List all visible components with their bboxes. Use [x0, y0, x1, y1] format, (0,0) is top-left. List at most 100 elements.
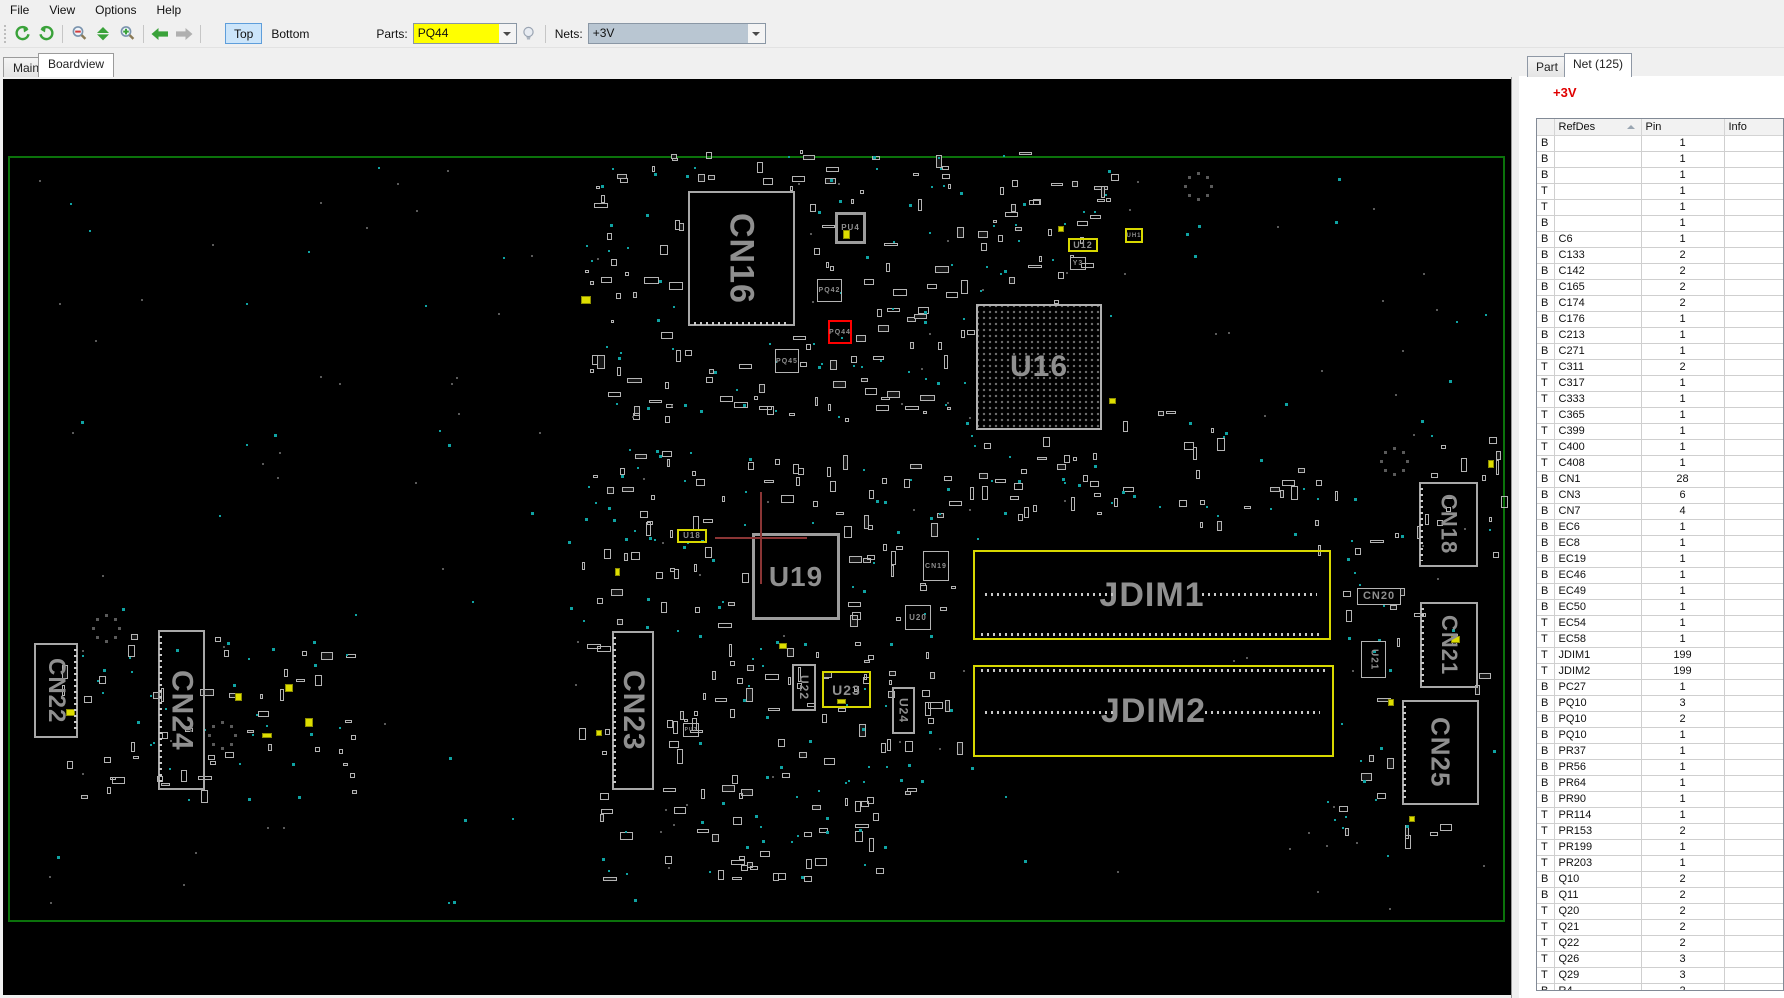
table-row[interactable]: B EC50 1 [1537, 599, 1783, 616]
nets-combobox[interactable]: +3V [587, 23, 766, 44]
table-row[interactable]: T Q29 3 [1537, 967, 1783, 984]
table-row[interactable]: T1 [1537, 183, 1783, 200]
component-cn25[interactable]: CN25 [1402, 700, 1479, 805]
table-row[interactable]: B C271 1 [1537, 343, 1783, 360]
table-row[interactable]: T Q21 2 [1537, 919, 1783, 936]
component-uh1[interactable]: UH1 [1125, 228, 1143, 243]
table-row[interactable]: T C311 2 [1537, 359, 1783, 376]
board-canvas[interactable]: CN16 U16 U19 JDIM1 JDIM2 CN22 CN24 CN23 CN18 CN20… [3, 79, 1511, 995]
nav-forward-button[interactable] [172, 22, 196, 46]
component-u19[interactable]: U19 [752, 533, 840, 620]
component-cn16[interactable]: CN16 [688, 191, 795, 326]
table-row[interactable]: B1 [1537, 135, 1783, 152]
table-row[interactable]: B1 [1537, 215, 1783, 232]
table-row[interactable]: B C133 2 [1537, 247, 1783, 264]
component-cn24[interactable]: CN24 [158, 630, 205, 790]
table-row[interactable]: B PQ10 3 [1537, 695, 1783, 712]
side-top-button[interactable]: Top [225, 23, 263, 44]
rotate-ccw-button[interactable] [10, 22, 34, 46]
component-jdim2[interactable]: JDIM2 [973, 665, 1334, 757]
table-row[interactable]: B C165 2 [1537, 279, 1783, 296]
table-row[interactable]: T PR203 1 [1537, 855, 1783, 872]
component-pu4[interactable]: PU4 [835, 212, 866, 244]
table-row[interactable]: T EC54 1 [1537, 615, 1783, 632]
component-u16[interactable]: U16 [976, 304, 1102, 430]
component-pq45[interactable]: PQ45 [775, 349, 799, 373]
panel-tab-part[interactable]: Part [1527, 56, 1568, 77]
menu-view[interactable]: View [39, 1, 85, 19]
menu-help[interactable]: Help [147, 1, 192, 19]
parts-combobox-arrow[interactable] [498, 24, 516, 43]
table-row[interactable]: B PC27 1 [1537, 679, 1783, 696]
table-row[interactable]: T C408 1 [1537, 455, 1783, 472]
table-row[interactable]: T Q20 2 [1537, 903, 1783, 920]
table-row[interactable]: T C365 1 [1537, 407, 1783, 424]
component-u21[interactable]: U21 [1361, 641, 1386, 678]
table-row[interactable]: B C174 2 [1537, 295, 1783, 312]
table-row[interactable]: B PR64 1 [1537, 775, 1783, 792]
component-u23[interactable]: U23 [822, 671, 871, 708]
table-row[interactable]: B EC6 1 [1537, 519, 1783, 536]
table-row[interactable]: B PR56 1 [1537, 759, 1783, 776]
nets-combobox-arrow[interactable] [747, 24, 765, 43]
menu-file[interactable]: File [0, 1, 39, 19]
table-row[interactable]: B Q11 2 [1537, 887, 1783, 904]
component-y3[interactable]: Y3 [1070, 257, 1086, 270]
col-side[interactable] [1537, 119, 1555, 136]
component-cn20[interactable]: CN20 [1357, 588, 1401, 605]
table-row[interactable]: B PR90 1 [1537, 791, 1783, 808]
table-row[interactable]: B R4 2 [1537, 983, 1783, 990]
table-row[interactable]: B EC46 1 [1537, 567, 1783, 584]
component-u18[interactable]: U18 [677, 529, 707, 543]
component-pq42[interactable]: PQ42 [817, 279, 842, 302]
table-row[interactable]: B CN1 28 [1537, 471, 1783, 488]
table-row[interactable]: T EC58 1 [1537, 631, 1783, 648]
table-row[interactable]: T Q26 3 [1537, 951, 1783, 968]
col-info[interactable]: Info [1724, 119, 1783, 136]
table-row[interactable]: B PR37 1 [1537, 743, 1783, 760]
table-row[interactable]: B EC8 1 [1537, 535, 1783, 552]
table-row[interactable]: B Q10 2 [1537, 871, 1783, 888]
table-row[interactable]: T PR114 1 [1537, 807, 1783, 824]
component-u22[interactable]: U22 [792, 664, 816, 711]
component-pu7[interactable]: PU7 [683, 723, 699, 737]
component-jdim1[interactable]: JDIM1 [973, 550, 1331, 640]
toolbar-grip[interactable] [2, 24, 7, 43]
table-row[interactable]: B CN3 6 [1537, 487, 1783, 504]
panel-tab-net[interactable]: Net (125) [1564, 53, 1633, 77]
table-row[interactable]: T C399 1 [1537, 423, 1783, 440]
zoom-out-button[interactable] [67, 22, 91, 46]
table-row[interactable]: B PQ10 2 [1537, 711, 1783, 728]
table-row[interactable]: B EC49 1 [1537, 583, 1783, 600]
zoom-fit-button[interactable] [91, 22, 115, 46]
component-pq44[interactable]: PQ44 [828, 320, 852, 344]
component-cn22[interactable]: CN22 [34, 643, 78, 738]
table-row[interactable]: T C333 1 [1537, 391, 1783, 408]
table-row[interactable]: B PQ10 1 [1537, 727, 1783, 744]
component-cn23[interactable]: CN23 [612, 631, 654, 790]
menu-options[interactable]: Options [85, 1, 146, 19]
table-row[interactable]: T Q22 2 [1537, 935, 1783, 952]
side-bottom-button[interactable]: Bottom [262, 23, 318, 44]
table-row[interactable]: B C176 1 [1537, 311, 1783, 328]
col-refdes[interactable]: RefDes [1554, 119, 1642, 136]
component-cn18[interactable]: CN18 [1419, 482, 1478, 567]
table-row[interactable]: B CN7 4 [1537, 503, 1783, 520]
col-pin[interactable]: Pin [1641, 119, 1725, 136]
table-row[interactable]: T C317 1 [1537, 375, 1783, 392]
table-row[interactable]: B C6 1 [1537, 231, 1783, 248]
component-u24[interactable]: U24 [892, 687, 915, 734]
component-cn19[interactable]: CN19 [923, 551, 949, 581]
table-row[interactable]: T1 [1537, 199, 1783, 216]
table-row[interactable]: B C142 2 [1537, 263, 1783, 280]
table-row[interactable]: T PR153 2 [1537, 823, 1783, 840]
table-row[interactable]: T C400 1 [1537, 439, 1783, 456]
component-u12[interactable]: U12 [1068, 238, 1098, 252]
table-row[interactable]: B1 [1537, 167, 1783, 184]
highlight-bulb-button[interactable] [517, 22, 541, 46]
table-row[interactable]: T JDIM2 199 [1537, 663, 1783, 680]
parts-combobox[interactable]: PQ44 [412, 23, 517, 44]
panel-splitter[interactable] [1511, 77, 1519, 998]
component-cn21[interactable]: CN21 [1420, 602, 1478, 688]
table-row[interactable]: B EC19 1 [1537, 551, 1783, 568]
